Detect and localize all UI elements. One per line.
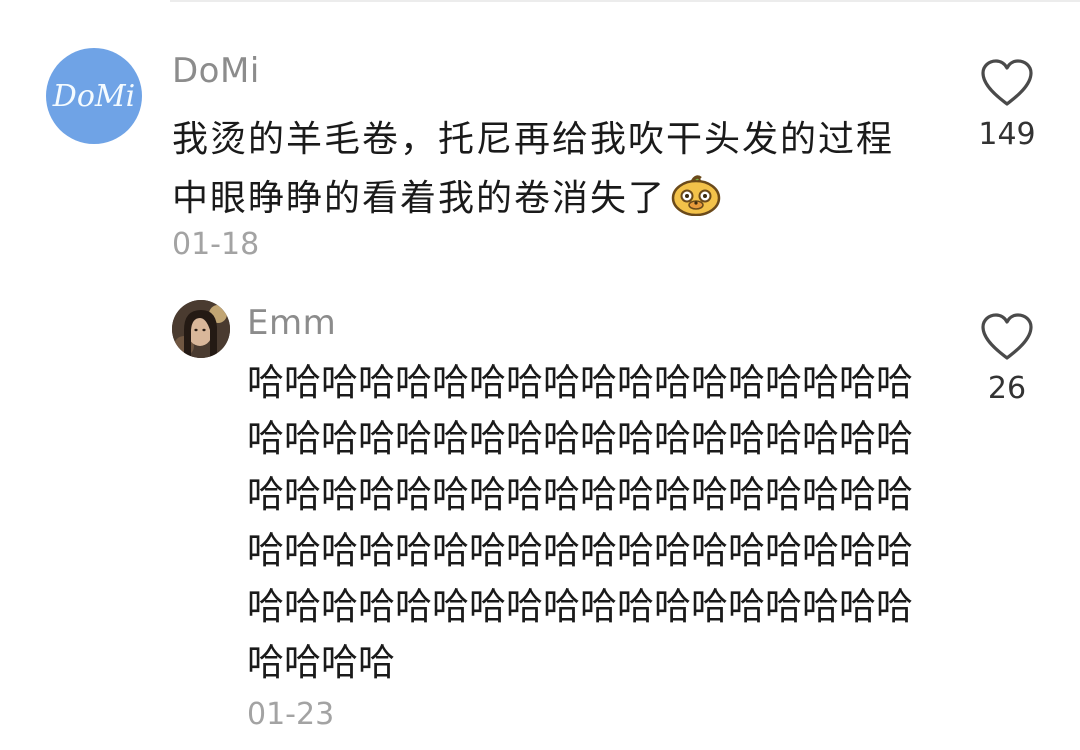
username[interactable]: DoMi [172,54,260,88]
heart-outline-icon[interactable] [979,58,1035,108]
cute-face-emoji-icon [670,172,722,217]
comment-text: 我烫的羊毛卷，托尼再给我吹干头发的过程中眼睁睁的看着我的卷消失了 [172,110,902,228]
comment-date: 01-18 [172,227,260,262]
comment-body: 我烫的羊毛卷，托尼再给我吹干头发的过程中眼睁睁的看着我的卷消失了 [172,119,895,219]
reply-like-button[interactable]: 26 [962,312,1052,404]
reply-like-count: 26 [987,371,1027,406]
reply-date: 01-23 [247,697,335,732]
reply-text: 哈哈哈哈哈哈哈哈哈哈哈哈哈哈哈哈哈哈哈哈哈哈哈哈哈哈哈哈哈哈哈哈哈哈哈哈哈哈哈哈… [247,361,913,684]
avatar[interactable]: DoMi [46,48,142,144]
like-button[interactable]: 149 [962,58,1052,150]
svg-text:DoMi: DoMi [52,79,135,114]
heart-outline-icon[interactable] [979,312,1035,362]
like-count: 149 [978,117,1036,152]
reply-avatar[interactable] [172,300,230,358]
top-divider [170,0,1080,2]
avatar-photo-image [172,300,230,358]
reply-username[interactable]: Emm [247,306,336,340]
avatar-logo-image: DoMi [52,79,135,114]
